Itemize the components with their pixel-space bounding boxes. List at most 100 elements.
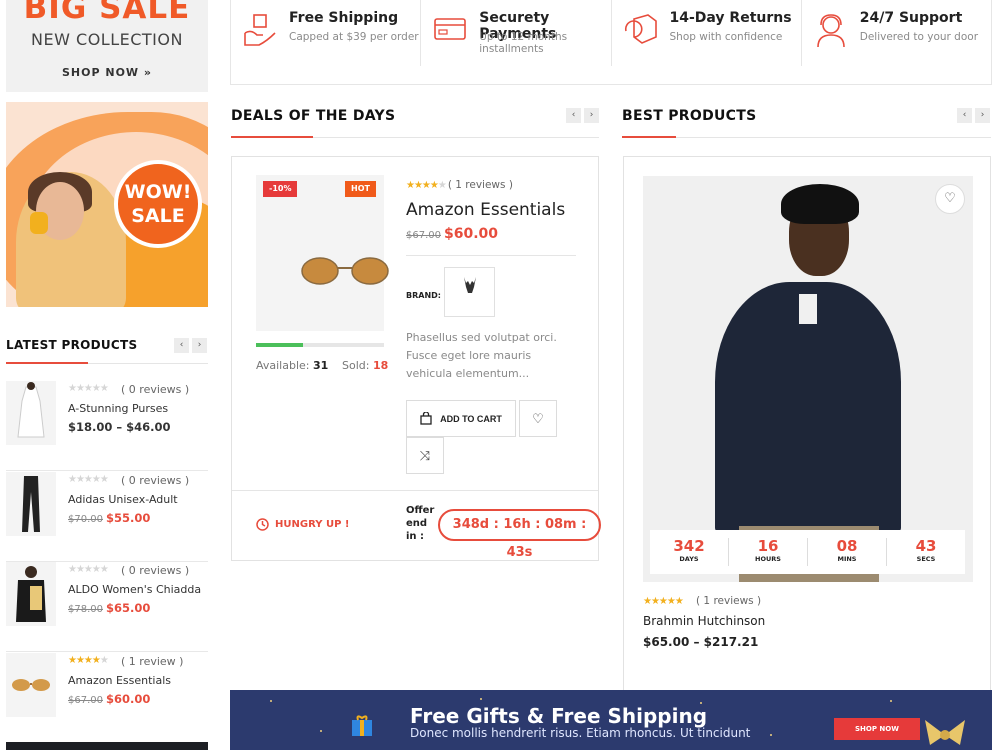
sale-price: $60.00	[444, 226, 499, 242]
gift-bag-icon	[352, 715, 372, 736]
features-bar: Free Shipping Capped at $39 per order Se…	[230, 0, 992, 85]
next-arrow-button[interactable]: ›	[975, 108, 990, 123]
title-underline	[231, 136, 313, 138]
deals-title: DEALS OF THE DAYS	[231, 108, 396, 124]
title-underline	[622, 136, 676, 138]
countdown-label: SECS	[916, 555, 936, 563]
wow-text: WOW!	[124, 181, 192, 203]
best-nav-arrows: ‹ ›	[957, 108, 990, 123]
product-name[interactable]: ALDO Women's Chiadda	[68, 583, 201, 596]
review-count: ( 0 reviews )	[121, 564, 190, 577]
deal-product-card: -10% HOT Available: 31 Sold: 18 ★★★★★( 1…	[231, 156, 601, 561]
deal-info: ★★★★★( 1 reviews ) Amazon Essentials $67…	[406, 173, 576, 242]
credit-card-icon	[434, 18, 467, 40]
product-countdown: 342 DAYS 16 HOURS 08 MINS 43 SECS	[650, 530, 965, 574]
deals-nav-arrows: ‹ ›	[566, 108, 599, 123]
big-sale-banner[interactable]: BIG SALE NEW COLLECTION SHOP NOW »	[6, 0, 208, 92]
product-thumbnail[interactable]	[6, 653, 56, 717]
product-thumbnail[interactable]	[6, 562, 56, 626]
divider	[232, 490, 598, 491]
countdown-label: HOURS	[755, 555, 781, 563]
shop-now-link[interactable]: SHOP NOW »	[6, 66, 208, 79]
divider	[406, 255, 576, 256]
banner-title: Free Gifts & Free Shipping	[410, 704, 708, 728]
wow-sale-badge: WOW! SALE	[114, 160, 202, 248]
deal-description: Phasellus sed volutpat orci. Fusce eget …	[406, 331, 557, 380]
sold-count: 18	[372, 359, 389, 372]
latest-product-item[interactable]: ★★★★★ ( 0 reviews ) A-Stunning Purses $1…	[6, 381, 208, 471]
countdown-days: 342 DAYS	[650, 538, 729, 566]
deal-product-name[interactable]: Amazon Essentials	[406, 200, 576, 220]
offer-end-label: Offer end in :	[406, 505, 435, 542]
latest-products-title: LATEST PRODUCTS	[6, 338, 138, 352]
latest-product-item[interactable]: ★★★★★ ( 0 reviews ) Adidas Unisex-Adult …	[6, 472, 208, 562]
review-count: ( 0 reviews )	[121, 474, 190, 487]
best-product-name[interactable]: Brahmin Hutchinson	[643, 614, 765, 628]
review-count: ( 0 reviews )	[121, 383, 190, 396]
latest-product-item[interactable]: ★★★★★ ( 1 review ) Amazon Essentials $67…	[6, 653, 208, 743]
countdown-number: 43	[915, 537, 937, 555]
deal-product-image[interactable]	[256, 175, 389, 331]
old-price: $70.00	[68, 514, 103, 525]
add-to-cart-label: ADD TO CART	[440, 413, 502, 424]
big-sale-headline: BIG SALE	[23, 0, 191, 26]
heart-icon: ♡	[944, 191, 956, 206]
shop-now-button[interactable]: SHOP NOW	[834, 718, 920, 740]
delivery-box-icon	[244, 14, 276, 46]
confetti-dot	[320, 730, 322, 732]
next-arrow-button[interactable]: ›	[584, 108, 599, 123]
product-name[interactable]: A-Stunning Purses	[68, 402, 168, 415]
sold-stock: Sold: 18	[342, 359, 388, 372]
best-product-image[interactable]	[643, 176, 973, 582]
brand-logo[interactable]	[444, 267, 495, 317]
best-products-title: BEST PRODUCTS	[622, 108, 757, 124]
countdown-number: 342	[673, 537, 705, 555]
headset-icon	[816, 14, 845, 48]
available-stock: Available: 31	[256, 359, 328, 372]
best-product-card: ♡ 342 DAYS 16 HOURS 08 MINS 43 SECS ★★★★★ ( …	[623, 156, 991, 692]
stock-progress-fill	[256, 343, 304, 347]
wishlist-button[interactable]: ♡	[935, 184, 965, 214]
feature-title: Free Shipping	[289, 10, 399, 26]
prev-arrow-button[interactable]: ‹	[957, 108, 972, 123]
product-thumbnail[interactable]	[6, 381, 56, 445]
countdown-secs: 43 SECS	[887, 538, 965, 566]
hungry-up-label: HUNGRY UP !	[275, 519, 350, 530]
countdown-mins: 08 MINS	[808, 538, 887, 566]
product-price: $18.00 – $46.00	[68, 420, 171, 434]
product-name[interactable]: Adidas Unisex-Adult	[68, 493, 178, 506]
latest-product-item[interactable]: ★★★★★ ( 0 reviews ) ALDO Women's Chiadda…	[6, 562, 208, 652]
wow-sale-banner[interactable]: WOW! SALE	[6, 102, 208, 307]
left-sidebar: BIG SALE NEW COLLECTION SHOP NOW » WOW! …	[6, 0, 208, 750]
sale-price: $65.00	[106, 601, 151, 615]
gold-bow-icon	[925, 720, 965, 745]
stock-progress-bar	[256, 343, 384, 347]
prev-arrow-button[interactable]: ‹	[174, 338, 189, 353]
new-collection-label: NEW COLLECTION	[31, 30, 183, 49]
best-product-price: $65.00 – $217.21	[643, 635, 759, 649]
old-price: $78.00	[68, 604, 103, 615]
shopping-bag-icon	[420, 412, 432, 425]
wishlist-button[interactable]: ♡	[519, 400, 557, 437]
sale-price: $60.00	[106, 692, 151, 706]
rating-stars: ★★★★★	[68, 655, 109, 666]
compare-button[interactable]: ⤨	[406, 437, 444, 474]
confetti-dot	[270, 700, 272, 702]
feature-subtitle: Shop with confidence	[669, 31, 783, 43]
free-gifts-banner[interactable]: Free Gifts & Free Shipping Donec mollis …	[230, 690, 992, 750]
offer-countdown-timer: 348d : 16h : 08m : 43s	[438, 509, 601, 560]
prev-arrow-button[interactable]: ‹	[566, 108, 581, 123]
shuffle-icon: ⤨	[419, 447, 431, 463]
product-name[interactable]: Amazon Essentials	[68, 674, 171, 687]
deer-logo-icon	[463, 277, 476, 293]
countdown-number: 08	[836, 537, 858, 555]
old-price: $67.00	[68, 695, 103, 706]
hungry-up-notice: HUNGRY UP !	[256, 518, 349, 531]
add-to-cart-button[interactable]: ADD TO CART	[406, 400, 516, 437]
best-products-header: BEST PRODUCTS ‹ ›	[622, 106, 991, 138]
model-undershirt	[799, 294, 817, 324]
rating-stars: ★★★★★	[643, 596, 684, 607]
rating-stars: ★★★★★	[68, 383, 109, 394]
product-thumbnail[interactable]	[6, 472, 56, 536]
next-arrow-button[interactable]: ›	[192, 338, 207, 353]
